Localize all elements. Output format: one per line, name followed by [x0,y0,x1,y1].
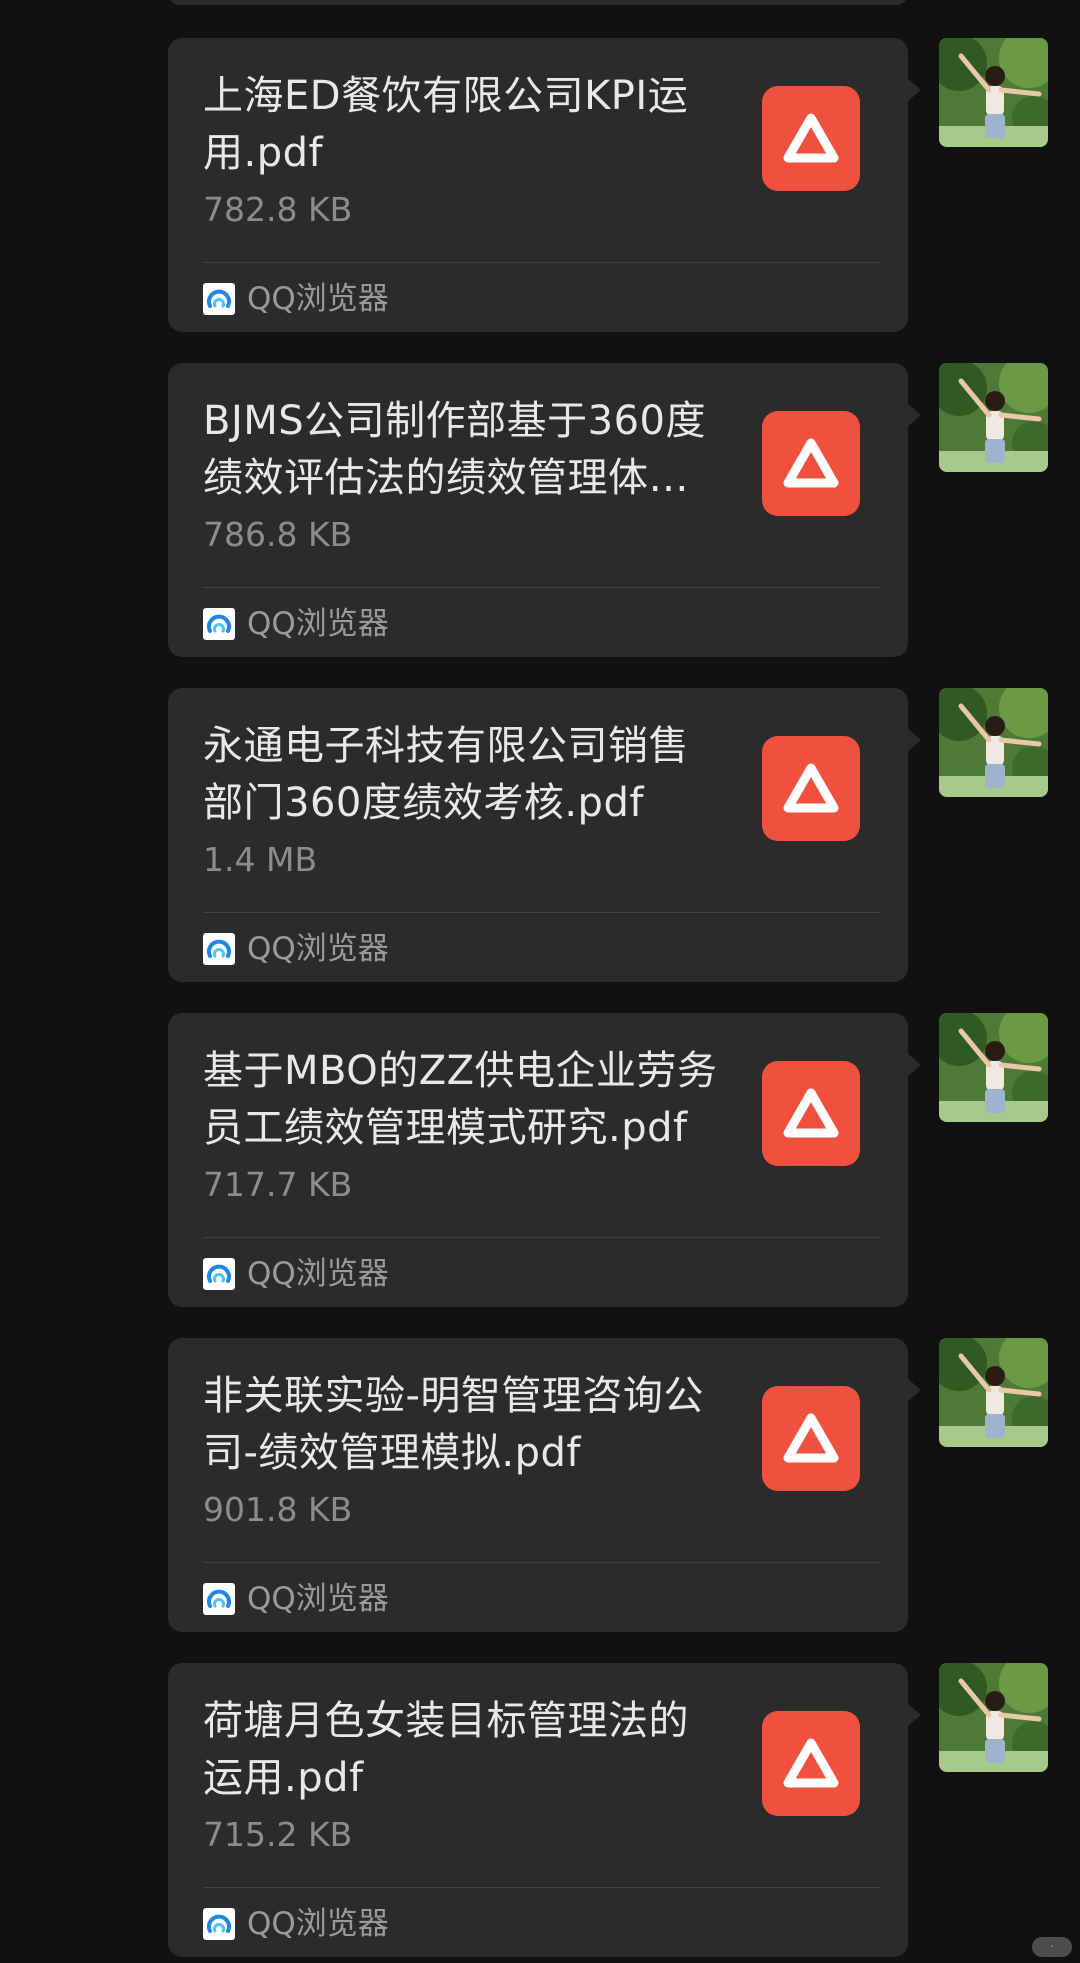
source-app: QQ浏览器 [203,274,389,324]
source-label: QQ浏览器 [247,1906,389,1942]
file-message-card[interactable]: 非关联实验-明智管理咨询公司-绩效管理模拟.pdf 901.8 KB QQ浏览器 [168,1338,921,1632]
source-label: QQ浏览器 [247,281,389,317]
file-message-card[interactable]: BJMS公司制作部基于360度绩效评估法的绩效管理体系.pdf 786.8 KB… [168,363,921,657]
divider [203,587,880,588]
source-app: QQ浏览器 [203,1249,389,1299]
bubble-tail [907,1703,921,1727]
file-size: 715.2 KB [203,1815,353,1854]
bubble-tail [907,403,921,427]
divider [203,912,880,913]
file-name: 荷塘月色女装目标管理法的运用.pdf [203,1698,689,1801]
source-label: QQ浏览器 [247,1581,389,1617]
file-message-card[interactable]: 基于MBO的ZZ供电企业劳务员工绩效管理模式研究.pdf 717.7 KB QQ… [168,1013,921,1307]
source-app: QQ浏览器 [203,599,389,649]
previous-message-bubble [168,0,908,5]
chat-message: BJMS公司制作部基于360度绩效评估法的绩效管理体系.pdf 786.8 KB… [0,363,1080,657]
source-app: QQ浏览器 [203,1899,389,1949]
source-label: QQ浏览器 [247,931,389,967]
qq-browser-icon [203,933,235,965]
bubble-tail [907,78,921,102]
file-message-card[interactable]: 上海ED餐饮有限公司KPI运用.pdf 782.8 KB QQ浏览器 [168,38,921,332]
file-name: 上海ED餐饮有限公司KPI运用.pdf [203,73,689,176]
divider [203,262,880,263]
chat-message: 永通电子科技有限公司销售部门360度绩效考核.pdf 1.4 MB QQ浏览器 [0,688,1080,982]
avatar[interactable] [939,38,1048,147]
divider [203,1562,880,1563]
source-label: QQ浏览器 [247,606,389,642]
chat-message: 上海ED餐饮有限公司KPI运用.pdf 782.8 KB QQ浏览器 [0,38,1080,332]
file-name: 基于MBO的ZZ供电企业劳务员工绩效管理模式研究.pdf [203,1048,718,1151]
avatar[interactable] [939,1663,1048,1772]
qq-browser-icon [203,283,235,315]
pdf-icon [762,1061,860,1166]
qq-browser-icon [203,1908,235,1940]
avatar[interactable] [939,688,1048,797]
qq-browser-icon [203,1583,235,1615]
bubble-tail [907,1378,921,1402]
qq-browser-icon [203,608,235,640]
divider [203,1887,880,1888]
file-size: 1.4 MB [203,840,318,879]
file-size: 717.7 KB [203,1165,353,1204]
chat-message: 基于MBO的ZZ供电企业劳务员工绩效管理模式研究.pdf 717.7 KB QQ… [0,1013,1080,1307]
file-name: BJMS公司制作部基于360度绩效评估法的绩效管理体系.pdf [203,398,706,501]
qq-browser-icon [203,1258,235,1290]
file-name: 非关联实验-明智管理咨询公司-绩效管理模拟.pdf [203,1373,704,1476]
file-size: 782.8 KB [203,190,353,229]
chat-screen: 上海ED餐饮有限公司KPI运用.pdf 782.8 KB QQ浏览器 BJMS公… [0,0,1080,1963]
source-label: QQ浏览器 [247,1256,389,1292]
file-size: 901.8 KB [203,1490,353,1529]
watermark: · [1032,1937,1072,1957]
bubble-tail [907,728,921,752]
avatar[interactable] [939,1338,1048,1447]
file-message-card[interactable]: 荷塘月色女装目标管理法的运用.pdf 715.2 KB QQ浏览器 [168,1663,921,1957]
avatar[interactable] [939,363,1048,472]
bubble-tail [907,1053,921,1077]
pdf-icon [762,86,860,191]
file-message-card[interactable]: 永通电子科技有限公司销售部门360度绩效考核.pdf 1.4 MB QQ浏览器 [168,688,921,982]
chat-message: 荷塘月色女装目标管理法的运用.pdf 715.2 KB QQ浏览器 [0,1663,1080,1957]
pdf-icon [762,736,860,841]
pdf-icon [762,1711,860,1816]
source-app: QQ浏览器 [203,1574,389,1624]
chat-message: 非关联实验-明智管理咨询公司-绩效管理模拟.pdf 901.8 KB QQ浏览器 [0,1338,1080,1632]
avatar[interactable] [939,1013,1048,1122]
pdf-icon [762,411,860,516]
source-app: QQ浏览器 [203,924,389,974]
file-name: 永通电子科技有限公司销售部门360度绩效考核.pdf [203,723,689,826]
divider [203,1237,880,1238]
pdf-icon [762,1386,860,1491]
file-size: 786.8 KB [203,515,353,554]
